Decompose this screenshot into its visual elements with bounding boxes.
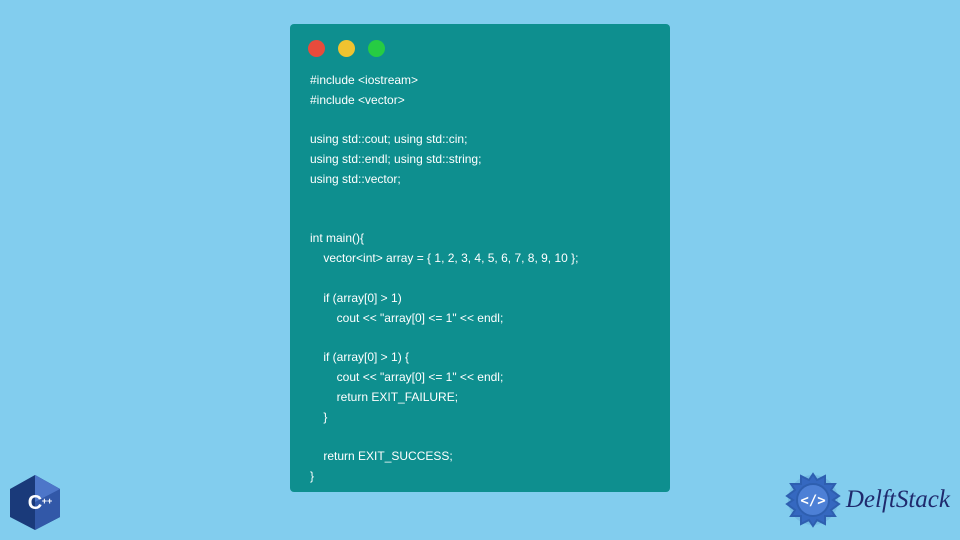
close-icon [308,40,325,57]
traffic-lights [290,24,670,67]
code-window: #include <iostream> #include <vector> us… [290,24,670,492]
code-content: #include <iostream> #include <vector> us… [290,67,670,491]
svg-text:C: C [28,492,42,514]
svg-text:++: ++ [42,496,53,506]
gear-icon: </> [783,470,843,530]
brand-text: DelftStack [846,486,950,514]
svg-text:</>: </> [800,493,825,509]
minimize-icon [338,40,355,57]
cpp-logo-icon: C ++ [5,472,65,532]
maximize-icon [368,40,385,57]
delftstack-logo: </> DelftStack [783,470,950,530]
